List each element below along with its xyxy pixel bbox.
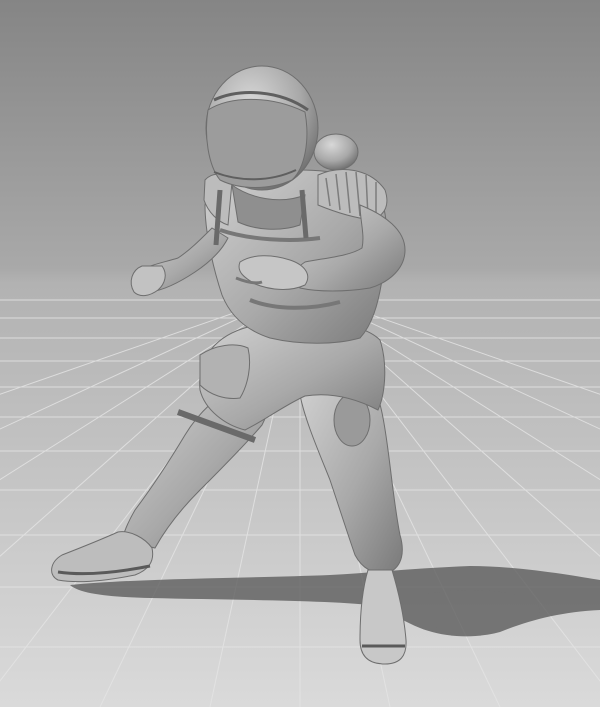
3d-viewport[interactable] bbox=[0, 0, 600, 707]
scene-render bbox=[0, 0, 600, 707]
backpack bbox=[313, 133, 359, 171]
pocket bbox=[199, 344, 251, 399]
